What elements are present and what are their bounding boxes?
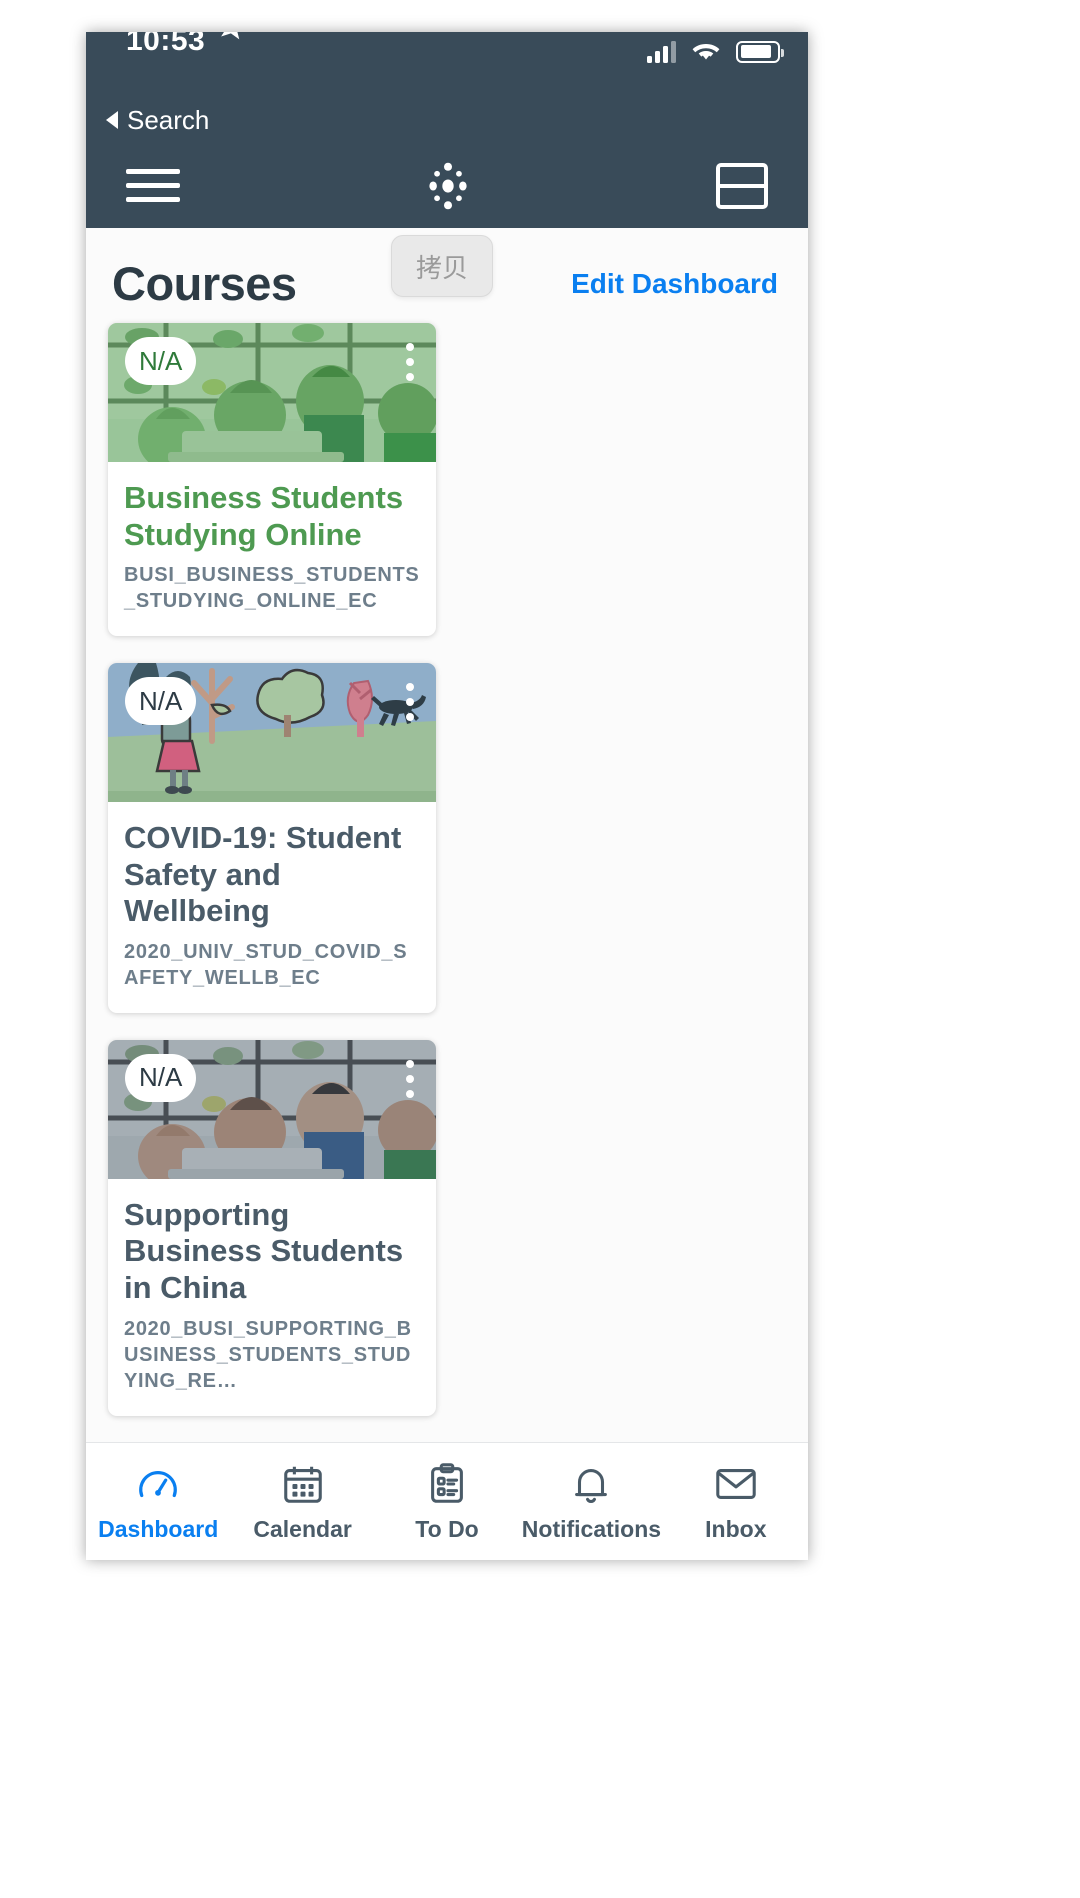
tab-label: Inbox	[705, 1515, 767, 1542]
dashboard-layout-icon[interactable]	[716, 162, 768, 209]
canvas-logo-icon	[429, 162, 467, 209]
course-banner-photo-students-slate: N/A	[108, 1039, 436, 1179]
page-title: Courses	[112, 257, 297, 310]
course-banner-illustration-park: N/A	[108, 663, 436, 803]
grade-badge: N/A	[125, 1053, 197, 1102]
back-to-search-button[interactable]: Search	[86, 97, 808, 143]
back-label: Search	[127, 104, 210, 135]
edit-dashboard-button[interactable]: Edit Dashboard	[571, 268, 782, 300]
course-card[interactable]: N/A Supporting Business Students in Chin…	[108, 1039, 436, 1416]
wifi-icon	[692, 44, 720, 60]
course-card-body: Business Students Studying Online BUSI_B…	[108, 462, 436, 636]
course-code: BUSI_BUSINESS_STUDENTS_STUDYING_ONLINE_E…	[124, 564, 420, 613]
dashboard-gauge-icon	[139, 1470, 178, 1497]
tab-calendar[interactable]: Calendar	[230, 1443, 374, 1560]
tab-dashboard[interactable]: Dashboard	[86, 1443, 230, 1560]
course-card[interactable]: N/A COVID-19: Student Safety and Wellbei…	[108, 663, 436, 1013]
course-card-body: Supporting Business Students in China 20…	[108, 1179, 436, 1416]
course-kebab-menu-icon[interactable]	[406, 683, 414, 722]
dashboard-content: 拷贝 Courses Edit Dashboard N/A Business S…	[86, 228, 808, 1442]
course-card[interactable]: N/A Business Students Studying Online BU…	[108, 323, 436, 637]
tab-inbox[interactable]: Inbox	[664, 1443, 808, 1560]
tab-label: Dashboard	[98, 1515, 219, 1542]
status-time: 10:53	[126, 32, 206, 57]
tab-todo[interactable]: To Do	[375, 1443, 519, 1560]
status-indicators	[647, 40, 784, 63]
course-title: Supporting Business Students in China	[124, 1196, 404, 1306]
grade-badge: N/A	[125, 677, 197, 726]
course-code: 2020_UNIV_STUD_COVID_SAFETY_WELLB_EC	[124, 940, 408, 989]
app-navbar	[86, 143, 808, 228]
course-title: Business Students Studying Online	[124, 480, 404, 552]
tab-notifications[interactable]: Notifications	[519, 1443, 663, 1560]
phone-screen: 10:53 Search 拷贝 Courses Edit Dashboard N…	[86, 32, 808, 1560]
tab-label: To Do	[415, 1515, 479, 1542]
course-title: COVID-19: Student Safety and Wellbeing	[124, 820, 402, 929]
grade-badge: N/A	[125, 337, 197, 385]
tab-label: Calendar	[253, 1515, 352, 1542]
calendar-icon	[283, 1466, 322, 1503]
bottom-tab-bar: Dashboard Calendar To Do Notifications I…	[86, 1442, 808, 1560]
clipboard-todo-icon	[431, 1462, 463, 1503]
course-banner-photo-students-green: N/A	[108, 323, 436, 462]
course-code: 2020_BUSI_SUPPORTING_BUSINESS_STUDENTS_S…	[124, 1317, 412, 1392]
course-card-body: COVID-19: Student Safety and Wellbeing 2…	[108, 802, 436, 1013]
back-caret-icon	[106, 111, 118, 129]
envelope-icon	[716, 1468, 756, 1499]
status-bar: 10:53	[86, 32, 808, 97]
cellular-signal-icon	[647, 40, 676, 63]
bell-icon	[575, 1468, 608, 1503]
copy-tooltip[interactable]: 拷贝	[391, 235, 493, 297]
course-kebab-menu-icon[interactable]	[406, 1059, 414, 1098]
hamburger-menu-icon[interactable]	[126, 169, 180, 202]
course-card-grid: N/A Business Students Studying Online BU…	[86, 323, 808, 1416]
course-kebab-menu-icon[interactable]	[406, 343, 414, 381]
battery-icon	[736, 40, 784, 63]
tab-label: Notifications	[521, 1515, 662, 1542]
